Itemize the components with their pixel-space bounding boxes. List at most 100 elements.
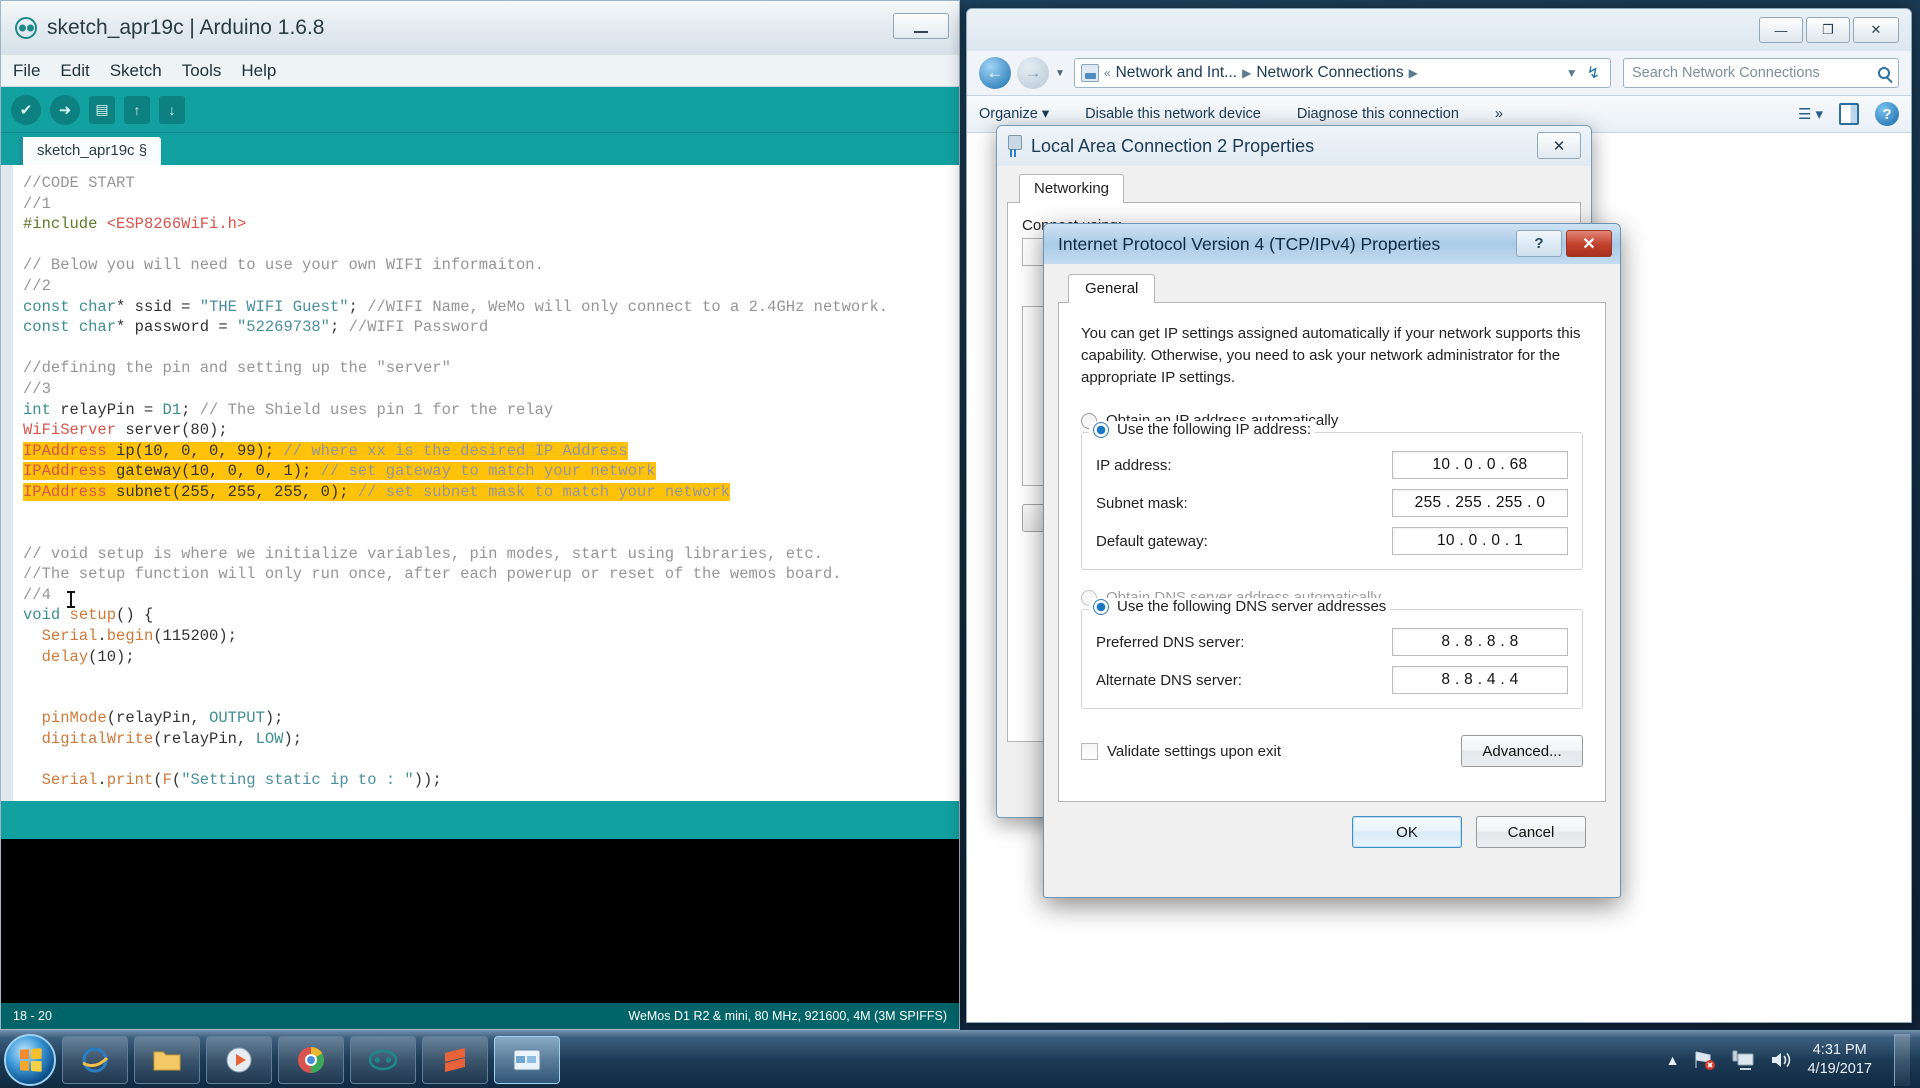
save-arrow-icon[interactable]: ↓	[159, 95, 185, 124]
refresh-icon[interactable]: ↯	[1583, 63, 1604, 83]
address-bar[interactable]: « Network and Int... ▶ Network Connectio…	[1073, 58, 1611, 88]
static-dns-group: Use the following DNS server addresses P…	[1081, 598, 1583, 709]
back-arrow-icon[interactable]: ←	[979, 57, 1011, 89]
change-view-icon[interactable]: ☰ ▾	[1798, 105, 1823, 123]
arduino-minimize-button[interactable]	[893, 13, 949, 39]
windows-taskbar: ▲ 4:31 PM 4/19/2017	[0, 1030, 1920, 1088]
subnet-mask-row: Subnet mask: 255 . 255 . 255 . 0	[1096, 489, 1568, 517]
taskbar-media-player[interactable]	[206, 1035, 272, 1084]
diagnose-connection-button[interactable]: Diagnose this connection	[1297, 106, 1459, 122]
code-line: void setup() {	[23, 606, 154, 625]
subnet-mask-input[interactable]: 255 . 255 . 255 . 0	[1392, 489, 1568, 517]
default-gateway-row: Default gateway: 10 . 0 . 0 . 1	[1096, 527, 1568, 555]
menu-help[interactable]: Help	[241, 61, 276, 81]
explorer-close-button[interactable]: ✕	[1853, 17, 1899, 43]
arduino-statusbar: 18 - 20 WeMos D1 R2 & mini, 80 MHz, 9216…	[1, 1003, 959, 1029]
disable-network-device-button[interactable]: Disable this network device	[1085, 106, 1261, 122]
ipv4-body: General You can get IP settings assigned…	[1044, 264, 1620, 848]
static-dns-fields: Preferred DNS server: 8 . 8 . 8 . 8 Alte…	[1081, 609, 1583, 709]
arduino-ide-window: sketch_apr19c | Arduino 1.6.8 File Edit …	[0, 0, 960, 1030]
ok-button[interactable]: OK	[1352, 816, 1462, 848]
lac-close-button[interactable]: ✕	[1537, 132, 1581, 159]
checkbox-icon[interactable]	[1081, 742, 1098, 760]
history-dropdown-icon[interactable]: ▼	[1055, 68, 1065, 79]
ipv4-close-button[interactable]: ✕	[1566, 230, 1612, 257]
radio-use-following-ip[interactable]: Use the following IP address:	[1089, 421, 1315, 438]
code-line: // void setup is where we initialize var…	[23, 544, 823, 563]
code-line: //1	[23, 194, 51, 213]
clock-time: 4:31 PM	[1812, 1041, 1867, 1058]
code-line: const char* ssid = "THE WIFI Guest"; //W…	[23, 297, 889, 316]
taskbar-network-connections[interactable]	[494, 1035, 560, 1084]
ipv4-title-buttons: ? ✕	[1516, 230, 1612, 257]
default-gateway-input[interactable]: 10 . 0 . 0 . 1	[1392, 527, 1568, 555]
cancel-button[interactable]: Cancel	[1476, 816, 1586, 848]
show-desktop-button[interactable]	[1894, 1033, 1910, 1086]
network-window-icon	[513, 1049, 541, 1070]
address-dropdown-icon[interactable]: ▼	[1566, 66, 1578, 80]
explorer-maximize-button[interactable]: ❐	[1806, 17, 1850, 43]
verify-check-icon[interactable]: ✔	[11, 94, 41, 125]
search-placeholder: Search Network Connections	[1632, 65, 1820, 81]
open-folder-icon[interactable]: ↑	[124, 95, 150, 124]
menu-edit[interactable]: Edit	[60, 61, 89, 81]
new-file-icon[interactable]: ▤	[89, 95, 115, 124]
advanced-button[interactable]: Advanced...	[1461, 735, 1583, 767]
preview-pane-icon[interactable]	[1839, 103, 1859, 125]
code-line: //3	[23, 379, 51, 398]
breadcrumb-separator-2[interactable]: ▶	[1409, 66, 1418, 80]
breadcrumb-separator-1[interactable]: ▶	[1242, 66, 1251, 80]
sketch-tab[interactable]: sketch_apr19c §	[19, 137, 162, 165]
arduino-menubar: File Edit Sketch Tools Help	[1, 55, 959, 87]
tab-networking[interactable]: Networking	[1019, 174, 1125, 203]
console-output[interactable]	[1, 839, 959, 1003]
taskbar-sublime-text[interactable]	[422, 1035, 488, 1084]
menu-tools[interactable]: Tools	[182, 61, 222, 81]
radio-button-icon[interactable]	[1093, 421, 1109, 438]
lac-titlebar: Local Area Connection 2 Properties ✕	[997, 126, 1591, 166]
views-caret-icon[interactable]: ▾	[1815, 105, 1823, 123]
forward-arrow-icon[interactable]: →	[1017, 57, 1049, 89]
static-ip-group: Use the following IP address: IP address…	[1081, 421, 1583, 570]
help-icon[interactable]: ?	[1875, 102, 1899, 126]
windows-start-orb[interactable]	[4, 1033, 56, 1086]
taskbar-internet-explorer[interactable]	[62, 1035, 128, 1084]
menu-file[interactable]: File	[13, 61, 40, 81]
network-error-icon[interactable]	[1693, 1049, 1717, 1071]
code-line: Serial.print(F("Setting static ip to : "…	[41, 771, 442, 790]
upload-arrow-icon[interactable]: ➜	[50, 94, 80, 125]
radio-use-following-dns[interactable]: Use the following DNS server addresses	[1089, 598, 1391, 615]
arduino-code-editor[interactable]: //CODE START//1 #include <ESP8266WiFi.h> …	[1, 165, 959, 801]
volume-icon[interactable]	[1769, 1049, 1793, 1071]
toolbar-overflow-button[interactable]: »	[1495, 106, 1503, 122]
show-hidden-icons-button[interactable]: ▲	[1666, 1052, 1680, 1068]
code-line: //The setup function will only run once,…	[23, 565, 842, 584]
alternate-dns-input[interactable]: 8 . 8 . 4 . 4	[1392, 666, 1568, 694]
ipv4-help-button[interactable]: ?	[1516, 230, 1562, 257]
menu-sketch[interactable]: Sketch	[110, 61, 162, 81]
folder-icon	[153, 1051, 181, 1070]
ip-address-input[interactable]: 10 . 0 . 0 . 68	[1392, 451, 1568, 479]
organize-button[interactable]: Organize ▾	[979, 106, 1049, 122]
taskbar-windows-explorer[interactable]	[134, 1035, 200, 1084]
tab-general[interactable]: General	[1068, 274, 1156, 303]
sublime-icon	[445, 1047, 465, 1072]
breadcrumb-network-and-internet[interactable]: Network and Int...	[1116, 64, 1237, 82]
validate-settings-checkbox-row[interactable]: Validate settings upon exit	[1081, 742, 1281, 760]
search-input[interactable]: Search Network Connections	[1623, 58, 1899, 88]
clock-date: 4/19/2017	[1807, 1060, 1872, 1077]
preferred-dns-input[interactable]: 8 . 8 . 8 . 8	[1392, 628, 1568, 656]
network-adapter-icon	[1007, 135, 1022, 157]
radio-button-icon[interactable]	[1093, 598, 1109, 615]
explorer-minimize-button[interactable]: —	[1759, 17, 1803, 43]
network-connections-icon	[1080, 64, 1099, 82]
taskbar-google-chrome[interactable]	[278, 1035, 344, 1084]
monitor-icon[interactable]	[1731, 1049, 1755, 1071]
code-line: digitalWrite(relayPin, LOW);	[41, 730, 303, 749]
taskbar-arduino-ide[interactable]	[350, 1035, 416, 1084]
explorer-toolbar-right: ☰ ▾ ?	[1798, 102, 1899, 126]
breadcrumb-network-connections[interactable]: Network Connections	[1256, 64, 1403, 82]
taskbar-clock[interactable]: 4:31 PM 4/19/2017	[1807, 1041, 1872, 1079]
